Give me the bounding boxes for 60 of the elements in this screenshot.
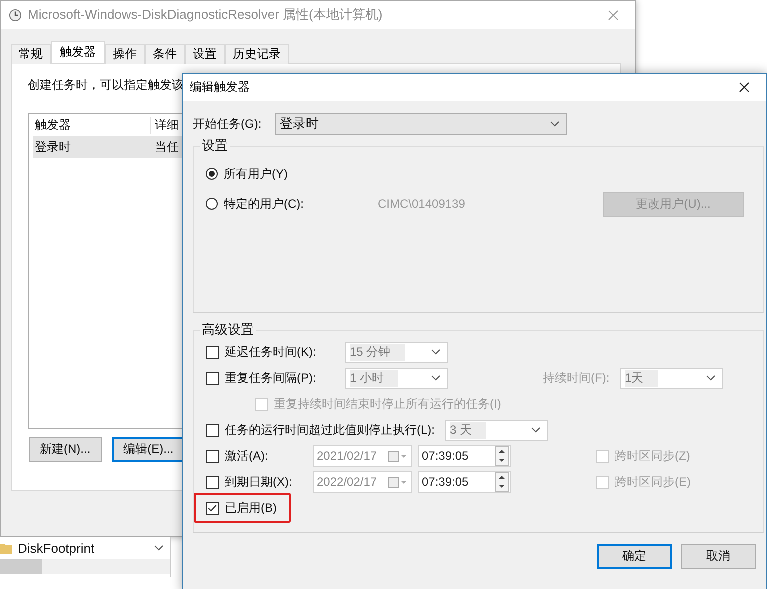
begin-task-label: 开始任务(G): xyxy=(193,116,263,132)
tree-item[interactable]: DiskFootprint xyxy=(18,540,95,556)
checkbox-label[interactable]: 重复任务间隔(P): xyxy=(225,370,335,386)
duration-label: 持续时间(F): xyxy=(543,370,611,386)
window-title: Microsoft-Windows-DiskDiagnosticResolver 属性(本地计算机) xyxy=(28,6,383,24)
dropdown[interactable]: 15 分钟 xyxy=(345,342,448,362)
date-field[interactable]: 2022/02/17 xyxy=(313,471,412,493)
tab[interactable]: 常规 xyxy=(11,44,51,64)
spinner-icon[interactable] xyxy=(495,472,509,492)
radio-button[interactable] xyxy=(206,168,218,180)
checkbox[interactable] xyxy=(206,502,219,514)
group-label: 设置 xyxy=(201,137,229,155)
tab[interactable]: 历史记录 xyxy=(225,44,289,64)
tab[interactable]: 设置 xyxy=(185,44,225,64)
tab[interactable]: 触发器 xyxy=(51,41,105,63)
chevron-icon xyxy=(550,121,560,127)
calendar-icon xyxy=(388,450,408,462)
radio-label[interactable]: 特定的用户(C): xyxy=(224,196,378,212)
checkbox[interactable] xyxy=(206,476,219,488)
chevron-icon xyxy=(531,427,541,433)
time-field[interactable]: 07:39:05 xyxy=(418,471,511,493)
dialog-button[interactable]: 确定 xyxy=(597,544,672,569)
begin-task-dropdown[interactable]: 登录时 xyxy=(275,113,567,135)
chevron-icon xyxy=(706,375,716,381)
dialog-title: 编辑触发器 xyxy=(190,79,250,96)
checkbox[interactable] xyxy=(206,372,219,384)
dialog-button[interactable]: 取消 xyxy=(681,544,756,569)
calendar-icon xyxy=(388,476,408,488)
checkbox-label[interactable]: 延迟任务时间(K): xyxy=(225,344,335,360)
column-header[interactable]: 触发器 xyxy=(33,116,151,134)
tab[interactable]: 操作 xyxy=(105,44,145,64)
checkbox-label[interactable]: 激活(A): xyxy=(225,448,303,464)
table-cell-text: 当任 xyxy=(154,138,179,156)
user-name: CIMC\01409139 xyxy=(378,197,466,211)
checkbox[interactable] xyxy=(206,450,219,462)
checkbox-label[interactable]: 到期日期(X): xyxy=(225,474,303,490)
column-header[interactable]: 详细 xyxy=(151,116,179,134)
chevron-icon xyxy=(154,545,164,551)
dropdown[interactable]: 3 天 xyxy=(445,420,548,440)
date-field[interactable]: 2021/02/17 xyxy=(313,445,412,467)
radio-button[interactable] xyxy=(206,198,218,210)
tab[interactable]: 条件 xyxy=(145,44,185,64)
close-icon[interactable] xyxy=(739,82,750,93)
spinner-icon[interactable] xyxy=(495,446,509,466)
table-cell-text: 登录时 xyxy=(34,138,72,156)
scrollbar[interactable] xyxy=(0,559,170,574)
checkbox[interactable] xyxy=(206,424,219,436)
folder-icon xyxy=(0,542,12,554)
checkbox-label[interactable]: 任务的运行时间超过此值则停止执行(L): xyxy=(225,422,435,438)
chevron-icon xyxy=(431,375,441,381)
radio-label[interactable]: 所有用户(Y) xyxy=(224,166,378,182)
dropdown[interactable]: 1天 xyxy=(620,368,723,388)
clock-icon xyxy=(9,8,22,22)
group-label: 高级设置 xyxy=(201,321,255,339)
list-button[interactable]: 新建(N)... xyxy=(29,437,102,462)
checkbox[interactable] xyxy=(206,346,219,358)
time-field[interactable]: 07:39:05 xyxy=(418,445,511,467)
chevron-icon xyxy=(431,349,441,355)
checkbox-label[interactable]: 已启用(B) xyxy=(225,500,277,516)
dropdown[interactable]: 1 小时 xyxy=(345,368,448,388)
